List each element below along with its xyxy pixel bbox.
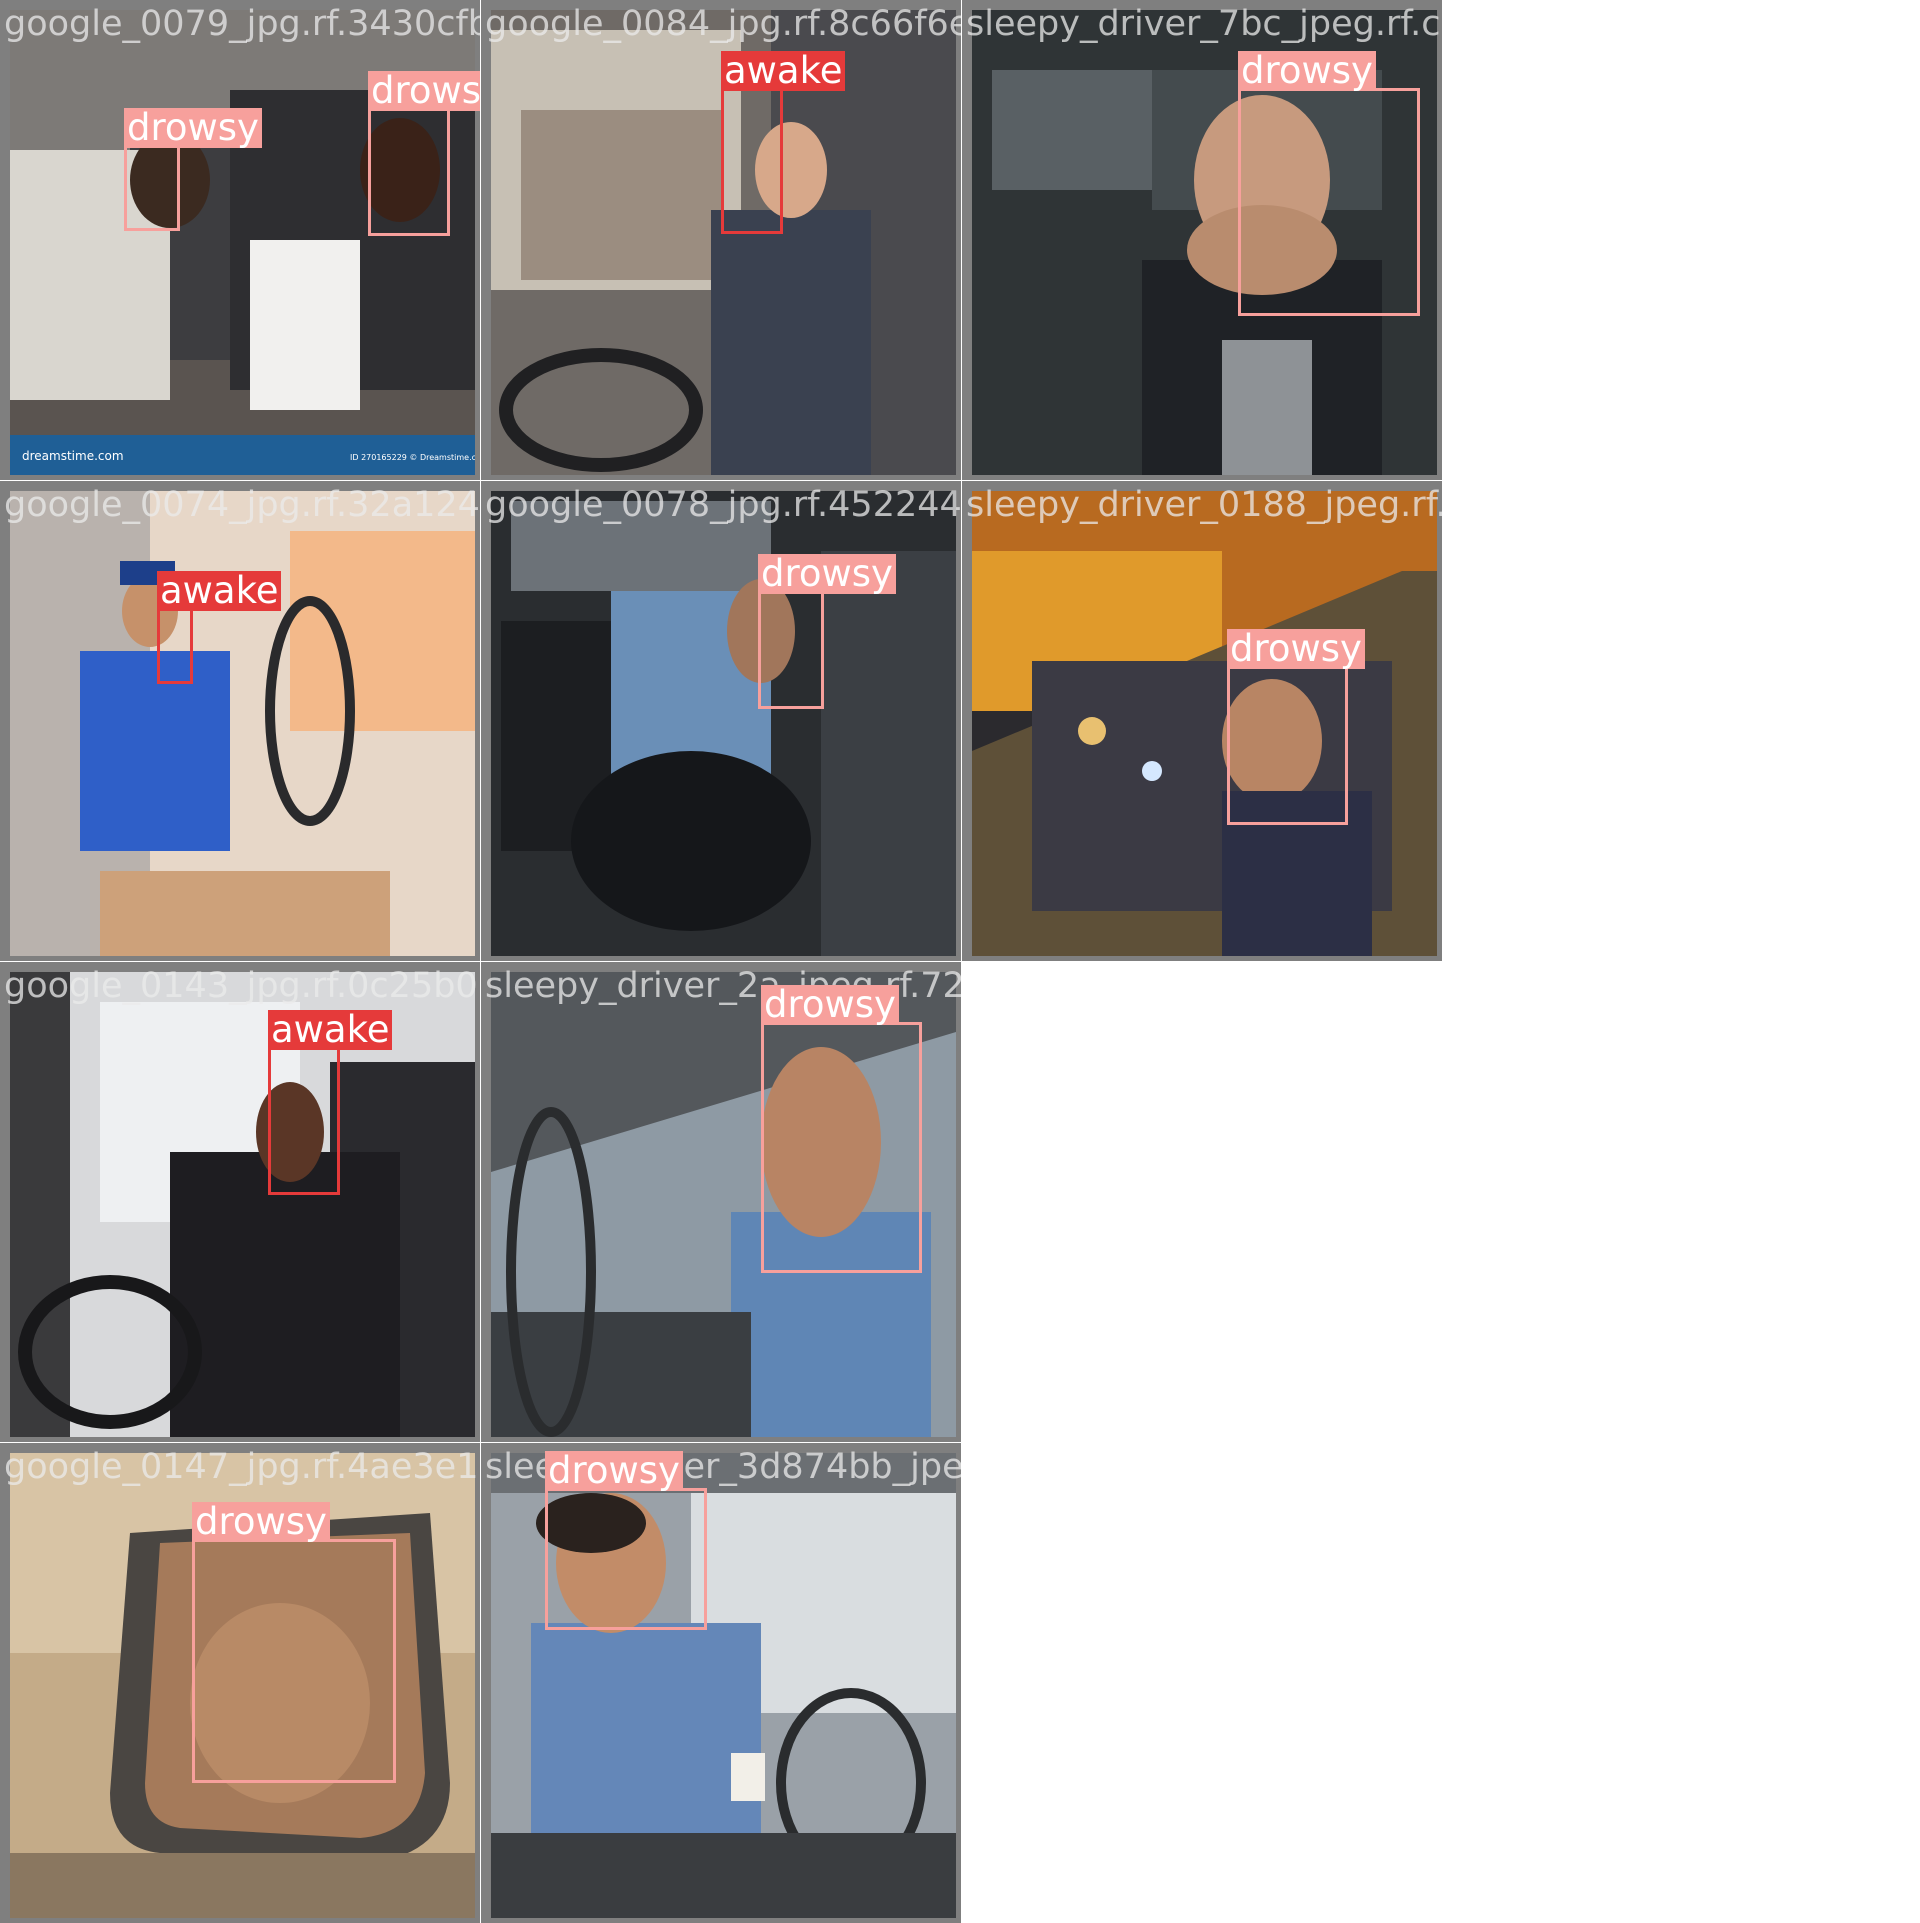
bbox-drowsy: drowsy <box>1238 51 1420 316</box>
image-tile: google_0078_jpg.rf.452244cfa0ba4d1d drow… <box>481 481 961 961</box>
watermark-left: dreamstime.com <box>22 449 124 463</box>
image-tile: google_0147_jpg.rf.4ae3e15503 drowsy <box>0 1443 480 1923</box>
image-filename: google_0078_jpg.rf.452244cfa0ba4d1d <box>485 485 961 525</box>
bbox-label: awake <box>157 571 282 611</box>
bbox-label: awake <box>268 1010 393 1050</box>
photo <box>10 972 475 1437</box>
image-tile: google_0143_jpg.rf.0c25b019b5f67d4fb2 aw… <box>0 962 480 1442</box>
photo <box>10 491 475 956</box>
image-filename: google_0079_jpg.rf.3430cfb2c468e403d2df6 <box>4 4 480 44</box>
bbox-awake: awake <box>157 571 282 684</box>
bbox-label: drowsy <box>1238 51 1376 91</box>
bbox-label: drowsy <box>545 1451 683 1491</box>
bbox-label: drowsy <box>124 108 262 148</box>
image-tile: google_0074_jpg.rf.32a124c6a0c3b2d7f1f6 … <box>0 481 480 961</box>
image-filename: google_0084_jpg.rf.8c66f6e3dfc1a3259054 <box>485 4 961 44</box>
bbox-label: awake <box>721 51 846 91</box>
image-tile: sleepy_driver_3d874bb_jpeg.rf.8e360f91c1… <box>481 1443 961 1923</box>
bbox-drowsy: drowsy <box>124 108 262 231</box>
bbox-drowsy: drowsy <box>192 1502 396 1783</box>
bbox-drowsy: drowsy <box>545 1451 707 1630</box>
bbox-drowsy: drowsy <box>761 985 922 1273</box>
bbox-label: drowsy <box>368 71 480 111</box>
photo <box>972 491 1437 956</box>
image-filename: google_0147_jpg.rf.4ae3e15503 <box>4 1447 480 1487</box>
image-tile: sleepy_driver_7bc_jpeg.rf.c1eadfc33c205d… <box>962 0 1442 480</box>
image-tile: sleepy_driver_0188_jpeg.rf.47b78cd7cdbc2… <box>962 481 1442 961</box>
bbox-drowsy: drowsy <box>758 554 896 709</box>
watermark-right: ID 270165229 © Dreamstime.com <box>350 453 475 462</box>
bbox-label: drowsy <box>192 1502 330 1542</box>
bbox-label: drowsy <box>758 554 896 594</box>
image-filename: google_0074_jpg.rf.32a124c6a0c3b2d7f1f6 <box>4 485 480 525</box>
image-filename: sleepy_driver_0188_jpeg.rf.47b78cd7cdbc2… <box>966 485 1442 525</box>
bbox-label: drowsy <box>1227 629 1365 669</box>
image-filename: google_0143_jpg.rf.0c25b019b5f67d4fb2 <box>4 966 480 1006</box>
image-tile: dreamstime.com ID 270165229 © Dreamstime… <box>0 0 480 480</box>
bbox-label: drowsy <box>761 985 899 1025</box>
bbox-awake: awake <box>268 1010 393 1195</box>
image-filename: sleepy_driver_7bc_jpeg.rf.c1eadfc33c205d <box>966 4 1442 44</box>
image-tile: sleepy_driver_2a_jpeg.rf.72fa5312218753 … <box>481 962 961 1442</box>
bbox-awake: awake <box>721 51 846 234</box>
detection-grid: dreamstime.com ID 270165229 © Dreamstime… <box>0 0 1920 1923</box>
image-tile: google_0084_jpg.rf.8c66f6e3dfc1a3259054 … <box>481 0 961 480</box>
bbox-drowsy: drowsy <box>368 71 480 236</box>
bbox-drowsy: drowsy <box>1227 629 1365 825</box>
